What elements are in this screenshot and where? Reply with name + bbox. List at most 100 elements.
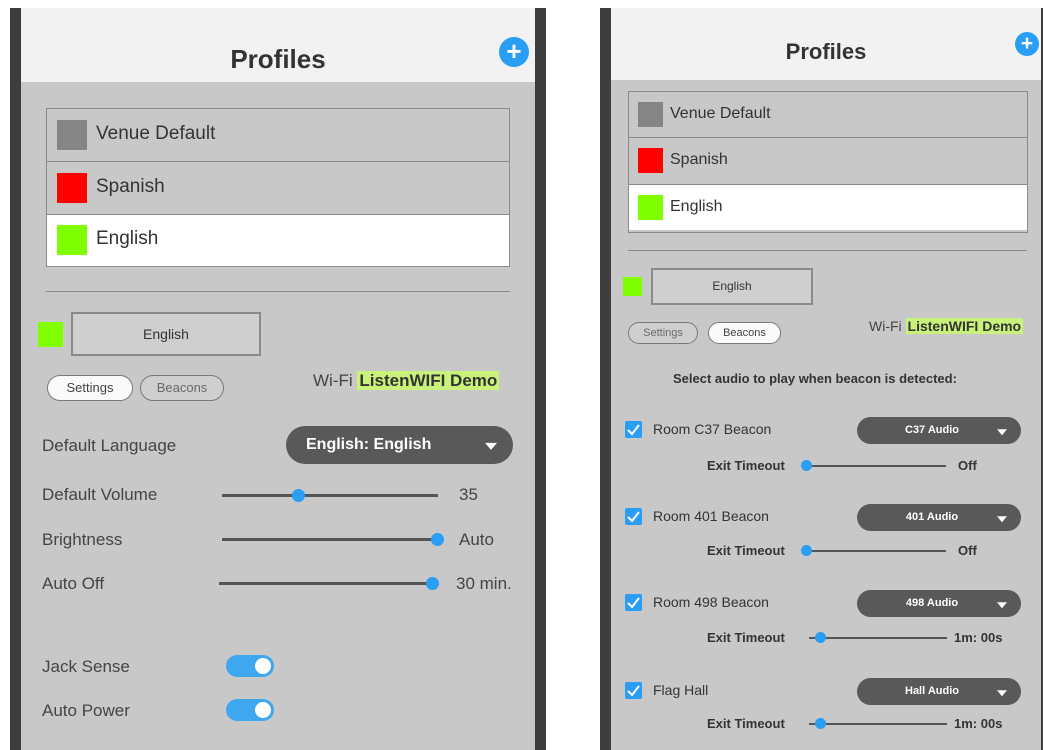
beacon-name: Room 498 Beacon [653,594,769,610]
auto-off-label: Auto Off [42,574,105,593]
profile-item-english[interactable]: English [629,185,1027,230]
checkmark-icon [627,511,640,523]
profile-label: Venue Default [96,123,216,144]
default-volume-value: 35 [459,485,478,504]
profile-name-field[interactable]: English [651,268,813,305]
left-header: Profiles + [21,8,535,82]
slider-thumb[interactable] [291,489,305,502]
beacon-name: Flag Hall [653,682,709,698]
exit-timeout-slider[interactable] [809,632,947,643]
profile-item-english[interactable]: English [47,215,509,266]
beacon-checkbox[interactable] [625,682,642,699]
profile-color-indicator[interactable] [38,322,63,347]
add-profile-icon[interactable]: + [499,37,529,67]
brightness-slider[interactable] [222,533,444,546]
add-profile-icon[interactable]: + [1015,32,1039,56]
profile-color-swatch [638,102,663,127]
default-volume-label: Default Volume [42,485,158,504]
beacon-checkbox[interactable] [625,421,642,438]
chevron-down-icon [997,428,1007,435]
chevron-down-icon [997,689,1007,696]
beacon-name: Room 401 Beacon [653,508,769,524]
divider [628,250,1027,251]
default-language-label: Default Language [42,436,177,455]
profile-label: English [96,228,159,249]
profile-list: Venue Default Spanish English [46,108,510,267]
right-header: Profiles + [611,8,1041,80]
profile-item-spanish[interactable]: Spanish [47,162,509,215]
default-language-dropdown[interactable]: English: English [286,426,513,464]
auto-power-label: Auto Power [42,701,130,720]
wifi-label: Wi-Fi [313,371,353,390]
checkmark-icon [627,424,640,436]
beacon-audio-dropdown[interactable]: 498 Audio [857,590,1021,617]
dropdown-value: C37 Audio [905,424,959,436]
profile-item-spanish[interactable]: Spanish [629,138,1027,185]
profile-color-swatch [57,225,87,255]
page-title: Profiles [785,39,867,64]
profile-item-venue-default[interactable]: Venue Default [47,109,509,162]
toggle-knob [255,702,271,718]
tab-settings[interactable]: Settings [47,375,133,401]
checkmark-icon [627,685,640,697]
profile-color-swatch [638,195,663,220]
slider-thumb[interactable] [815,632,827,643]
profile-color-swatch [638,148,663,173]
exit-timeout-slider[interactable] [801,460,946,471]
slider-thumb[interactable] [431,533,444,546]
profile-label: Spanish [670,151,728,168]
slider-thumb[interactable] [801,460,812,471]
right-device-frame: Profiles + Venue Default Spanish English… [600,8,1043,750]
beacon-instruction: Select audio to play when beacon is dete… [673,371,957,386]
auto-off-slider[interactable] [219,577,439,590]
beacon-audio-dropdown[interactable]: C37 Audio [857,417,1021,444]
profile-label: Spanish [96,176,165,197]
tab-beacons[interactable]: Beacons [708,322,781,344]
beacon-name: Room C37 Beacon [653,421,772,437]
slider-thumb[interactable] [815,718,827,729]
auto-power-toggle[interactable] [226,699,274,721]
dropdown-value: 498 Audio [905,597,959,609]
jack-sense-toggle[interactable] [226,655,274,677]
left-screen: Profiles + Venue Default Spanish English… [21,8,535,750]
exit-timeout-value: 1m: 00s [954,716,1003,731]
slider-thumb[interactable] [801,545,812,556]
exit-timeout-label: Exit Timeout [707,630,785,645]
profile-name-field[interactable]: English [71,312,261,356]
profile-item-venue-default[interactable]: Venue Default [629,92,1027,138]
beacon-audio-dropdown[interactable]: 401 Audio [857,504,1021,531]
slider-thumb[interactable] [426,577,439,590]
tab-beacons[interactable]: Beacons [140,375,224,401]
chevron-down-icon [485,442,497,450]
exit-timeout-value: 1m: 00s [954,630,1003,645]
wifi-network-name: ListenWIFI Demo [905,318,1024,334]
profile-color-indicator[interactable] [623,277,642,296]
profile-list: Venue Default Spanish English [628,91,1028,233]
beacon-audio-dropdown[interactable]: Hall Audio [857,678,1021,705]
chevron-down-icon [997,601,1007,608]
wifi-network-name: ListenWIFI Demo [357,371,500,390]
chevron-down-icon [997,515,1007,522]
exit-timeout-value: Off [958,543,977,558]
exit-timeout-slider[interactable] [801,545,946,556]
profile-color-swatch [57,173,87,203]
beacon-checkbox[interactable] [625,594,642,611]
dropdown-value: English: English [306,436,432,453]
exit-timeout-label: Exit Timeout [707,458,785,473]
jack-sense-label: Jack Sense [42,657,130,676]
default-volume-slider[interactable] [222,489,438,502]
exit-timeout-label: Exit Timeout [707,716,785,731]
profile-color-swatch [57,120,87,150]
auto-off-value: 30 min. [456,574,512,593]
page-title: Profiles [230,44,326,74]
exit-timeout-slider[interactable] [809,718,947,729]
profile-label: Venue Default [670,105,771,122]
divider [46,291,510,292]
right-screen: Profiles + Venue Default Spanish English… [611,8,1041,750]
beacon-checkbox[interactable] [625,508,642,525]
brightness-label: Brightness [42,530,123,549]
dropdown-value: Hall Audio [905,685,959,697]
toggle-knob [255,658,271,674]
tab-settings[interactable]: Settings [628,322,698,344]
profile-label: English [670,198,723,215]
